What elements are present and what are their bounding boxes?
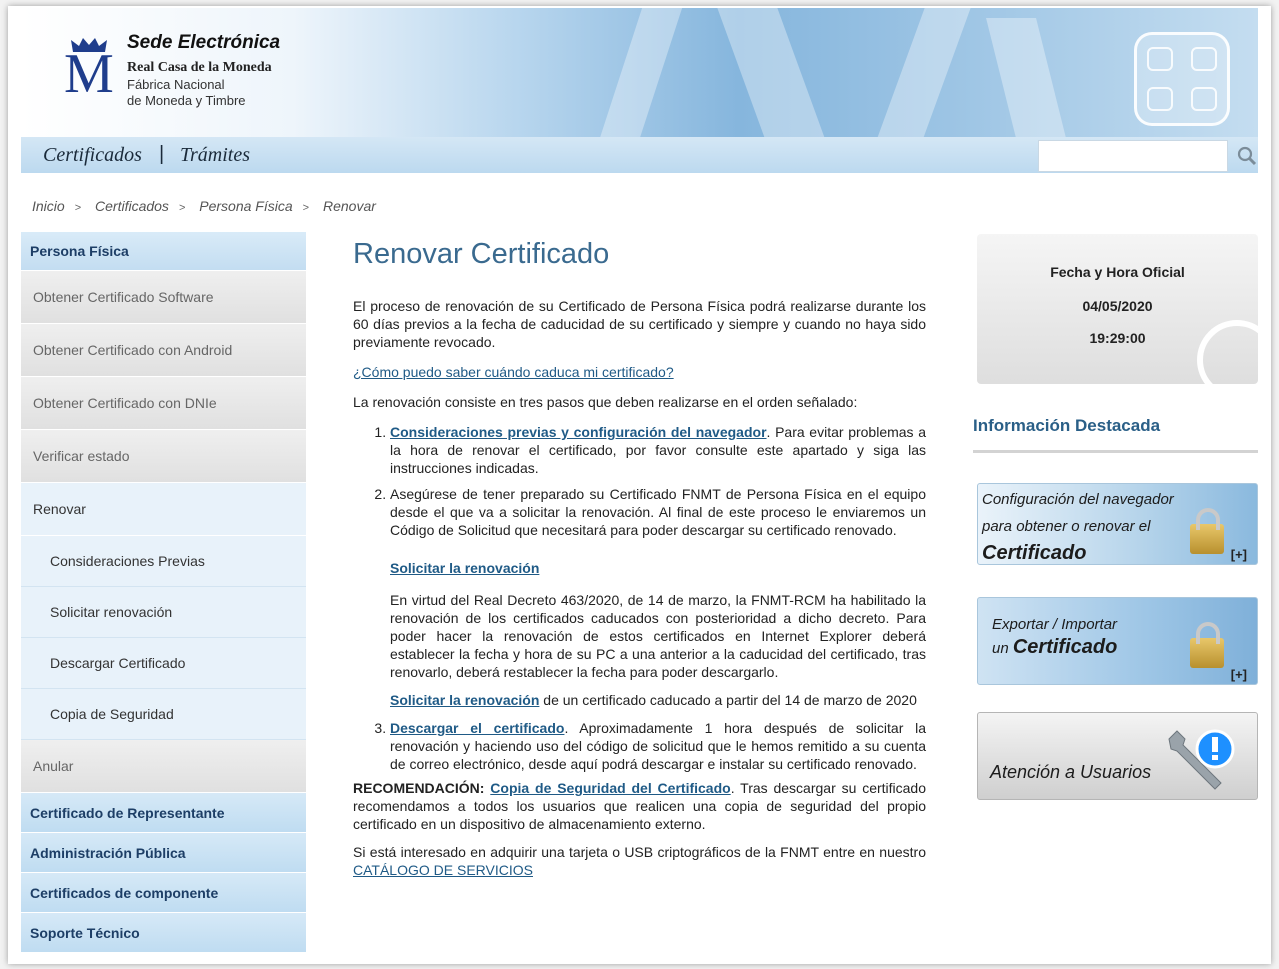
step-1: Consideraciones previas y configuración …	[390, 423, 926, 477]
sidebar-section-administracion[interactable]: Administración Pública	[21, 833, 306, 873]
sidebar: Persona Física Obtener Certificado Softw…	[21, 232, 306, 953]
sidebar-item-verificar-estado[interactable]: Verificar estado	[21, 430, 306, 483]
breadcrumb-separator: >	[302, 202, 310, 214]
sidebar-subitem-descargar[interactable]: Descargar Certificado	[21, 638, 306, 689]
promo2-big: Certificado	[1012, 636, 1118, 658]
nav-separator: |	[159, 143, 165, 165]
sidebar-header-persona-fisica[interactable]: Persona Física	[21, 232, 306, 271]
info-divider	[973, 450, 1258, 453]
breadcrumb-separator: >	[178, 202, 186, 214]
decree-paragraph: En virtud del Real Decreto 463/2020, de …	[390, 591, 926, 680]
step2-link2-text: de un certificado caducado a partir del …	[539, 691, 917, 708]
smartcard-chip-icon	[1134, 32, 1230, 126]
promo2-plus[interactable]: [+]	[1231, 667, 1247, 682]
promo-configuracion-navegador[interactable]: Configuración del navegador para obtener…	[977, 483, 1258, 565]
sidebar-item-anular[interactable]: Anular	[21, 740, 306, 793]
steps-list: Consideraciones previas y configuración …	[390, 423, 926, 773]
promo1-line2: para obtener o renovar el	[982, 518, 1151, 535]
breadcrumb-separator: >	[74, 202, 82, 214]
sidebar-item-obtener-software[interactable]: Obtener Certificado Software	[21, 271, 306, 324]
sidebar-subitem-copia[interactable]: Copia de Seguridad	[21, 689, 306, 740]
promo1-big: Certificado	[982, 542, 1087, 564]
sidebar-item-renovar[interactable]: Renovar	[21, 483, 306, 536]
official-time-label: Fecha y Hora Oficial	[1050, 264, 1185, 280]
breadcrumb-inicio[interactable]: Inicio	[32, 198, 65, 214]
promo1-line1: Configuración del navegador	[982, 491, 1174, 508]
solicitar-renovacion-caducado-link[interactable]: Solicitar la renovación	[390, 692, 539, 708]
search-icon[interactable]	[1236, 145, 1258, 167]
breadcrumb-renovar: Renovar	[322, 198, 376, 214]
step-3: Descargar el certificado. Aproximadament…	[390, 719, 926, 773]
sidebar-section-representante[interactable]: Certificado de Representante	[21, 793, 306, 833]
brand-line-1: Real Casa de la Moneda	[127, 60, 272, 75]
brand-title[interactable]: Sede Electrónica	[127, 32, 280, 54]
descargar-certificado-link[interactable]: Descargar el certificado	[390, 720, 564, 736]
nav-certificados[interactable]: Certificados	[43, 144, 142, 167]
copia-seguridad-link[interactable]: Copia de Seguridad del Certificado	[490, 780, 730, 796]
brand-line-3: de Moneda y Timbre	[127, 93, 246, 108]
faq-link[interactable]: ¿Cómo puedo saber cuándo caduca mi certi…	[353, 364, 674, 380]
padlock-icon	[1190, 508, 1224, 554]
breadcrumb-persona-fisica[interactable]: Persona Física	[199, 198, 292, 214]
step-2: Asegúrese de tener preparado su Certific…	[390, 485, 926, 709]
solicitar-renovacion-link[interactable]: Solicitar la renovación	[390, 560, 539, 576]
support-tools-icon	[1168, 729, 1235, 790]
sidebar-section-componente[interactable]: Certificados de componente	[21, 873, 306, 913]
step1-link[interactable]: Consideraciones previas y configuración …	[390, 424, 767, 440]
sidebar-section-soporte[interactable]: Soporte Técnico	[21, 913, 306, 953]
promo2-line2: un	[992, 640, 1009, 657]
promo3-text: Atención a Usuarios	[990, 762, 1152, 782]
promo1-plus[interactable]: [+]	[1231, 547, 1247, 562]
logo[interactable]: M	[64, 46, 114, 102]
breadcrumb: Inicio > Certificados > Persona Física > Re…	[32, 198, 380, 214]
intro-paragraph: El proceso de renovación de su Certifica…	[353, 297, 926, 350]
promo-atencion-usuarios[interactable]: Atención a Usuarios	[977, 712, 1258, 800]
promo2-line1: Exportar / Importar	[992, 616, 1118, 633]
padlock-icon	[1190, 622, 1224, 668]
official-time-box: Fecha y Hora Oficial 04/05/2020 19:29:00	[977, 234, 1258, 384]
steps-intro: La renovación consiste en tres pasos que…	[353, 393, 858, 410]
header-banner: M Sede Electrónica Real Casa de la Moned…	[21, 8, 1258, 138]
search-input[interactable]	[1038, 140, 1228, 172]
sidebar-subitem-consideraciones[interactable]: Consideraciones Previas	[21, 536, 306, 587]
official-date: 04/05/2020	[1082, 298, 1153, 314]
catalog-text: Si está interesado en adquirir una tarje…	[353, 843, 926, 860]
sidebar-subitem-solicitar[interactable]: Solicitar renovación	[21, 587, 306, 638]
breadcrumb-certificados[interactable]: Certificados	[95, 198, 169, 214]
nav-tramites[interactable]: Trámites	[180, 144, 250, 167]
sidebar-item-obtener-android[interactable]: Obtener Certificado con Android	[21, 324, 306, 377]
page-title: Renovar Certificado	[353, 238, 610, 270]
step2-text: Asegúrese de tener preparado su Certific…	[390, 485, 926, 538]
catalog-link[interactable]: CATÁLOGO DE SERVICIOS	[353, 862, 533, 878]
main-navbar: Certificados | Trámites	[21, 137, 1258, 173]
promo-exportar-importar[interactable]: Exportar / Importar un Certificado [+]	[977, 597, 1258, 685]
browser-page: M Sede Electrónica Real Casa de la Moned…	[8, 6, 1271, 964]
main-content: Renovar Certificado El proceso de renova…	[353, 236, 926, 891]
recommendation-label: RECOMENDACIÓN:	[353, 779, 485, 796]
sidebar-item-obtener-dnie[interactable]: Obtener Certificado con DNIe	[21, 377, 306, 430]
brand-line-2: Fábrica Nacional	[127, 77, 225, 92]
info-destacada-title: Información Destacada	[973, 416, 1161, 435]
